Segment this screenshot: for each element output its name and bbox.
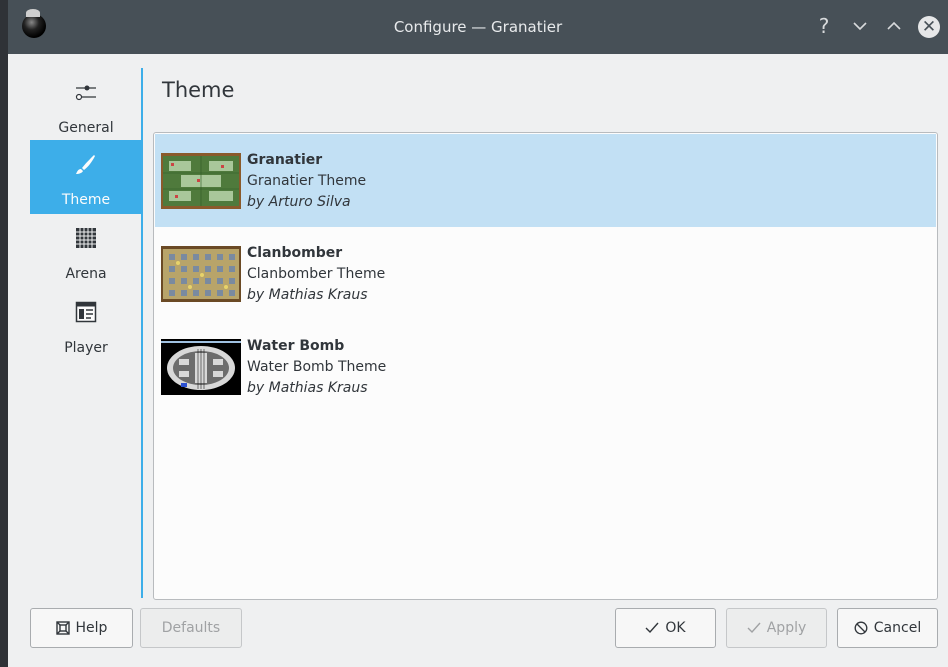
apply-button-label: Apply bbox=[766, 620, 807, 636]
ok-button-label: OK bbox=[665, 620, 686, 636]
cancel-button-label: Cancel bbox=[873, 620, 922, 636]
sidebar-item-label: Arena bbox=[65, 266, 107, 282]
theme-info: Granatier Granatier Theme by Arturo Silv… bbox=[247, 150, 366, 213]
theme-list[interactable]: Granatier Granatier Theme by Arturo Silv… bbox=[153, 132, 938, 600]
sidebar-item-theme[interactable]: Theme bbox=[30, 140, 142, 214]
theme-row-clanbomber[interactable]: Clanbomber Clanbomber Theme by Mathias K… bbox=[155, 227, 936, 320]
help-titlebar-icon[interactable]: ? bbox=[812, 14, 836, 38]
theme-name: Clanbomber bbox=[247, 245, 343, 261]
sidebar-item-label: Player bbox=[64, 340, 108, 356]
sidebar-divider bbox=[141, 68, 143, 598]
clanbomber-theme-preview bbox=[161, 246, 241, 302]
lifebuoy-icon bbox=[55, 621, 70, 635]
help-button-label: Help bbox=[75, 620, 108, 636]
theme-author: by Arturo Silva bbox=[247, 194, 351, 210]
water-bomb-theme-preview bbox=[161, 339, 241, 395]
theme-name: Granatier bbox=[247, 152, 323, 168]
sidebar: General Theme Arena Player bbox=[8, 54, 142, 598]
maximize-icon[interactable] bbox=[882, 14, 906, 38]
brush-icon bbox=[76, 155, 95, 174]
page-title: Theme bbox=[162, 78, 235, 102]
theme-row-granatier[interactable]: Granatier Granatier Theme by Arturo Silv… bbox=[155, 134, 936, 227]
cancel-icon bbox=[854, 621, 868, 635]
theme-author: by Mathias Kraus bbox=[247, 287, 368, 303]
window-icon bbox=[75, 301, 97, 323]
defaults-button-label: Defaults bbox=[161, 620, 221, 636]
configure-dialog: Configure — Granatier ? ✕ General Theme bbox=[8, 0, 948, 667]
theme-description: Water Bomb Theme bbox=[247, 359, 387, 375]
theme-info: Clanbomber Clanbomber Theme by Mathias K… bbox=[247, 243, 385, 306]
help-button[interactable]: Help bbox=[30, 608, 133, 648]
granatier-theme-preview bbox=[161, 153, 241, 209]
theme-name: Water Bomb bbox=[247, 338, 345, 354]
close-icon[interactable]: ✕ bbox=[918, 16, 940, 38]
sidebar-item-arena[interactable]: Arena bbox=[30, 214, 142, 288]
title-bar[interactable]: Configure — Granatier ? ✕ bbox=[8, 0, 948, 54]
theme-description: Clanbomber Theme bbox=[247, 266, 386, 282]
window-title: Configure — Granatier bbox=[393, 18, 563, 36]
sidebar-item-player[interactable]: Player bbox=[30, 288, 142, 362]
ok-button[interactable]: OK bbox=[615, 608, 716, 648]
theme-row-water-bomb[interactable]: Water Bomb Water Bomb Theme by Mathias K… bbox=[155, 320, 936, 413]
theme-info: Water Bomb Water Bomb Theme by Mathias K… bbox=[247, 336, 386, 399]
theme-author: by Mathias Kraus bbox=[247, 380, 368, 396]
sliders-icon bbox=[75, 85, 96, 101]
theme-description: Granatier Theme bbox=[247, 173, 367, 189]
minimize-icon[interactable] bbox=[848, 14, 872, 38]
defaults-button[interactable]: Defaults bbox=[140, 608, 242, 648]
cancel-button[interactable]: Cancel bbox=[837, 608, 938, 648]
checkmark-icon bbox=[645, 622, 659, 634]
grid-icon bbox=[76, 228, 96, 248]
apply-button[interactable]: Apply bbox=[726, 608, 827, 648]
sidebar-item-general[interactable]: General bbox=[30, 68, 142, 142]
checkmark-icon bbox=[747, 622, 761, 634]
sidebar-item-label: Theme bbox=[61, 192, 111, 208]
sidebar-item-label: General bbox=[58, 120, 114, 136]
